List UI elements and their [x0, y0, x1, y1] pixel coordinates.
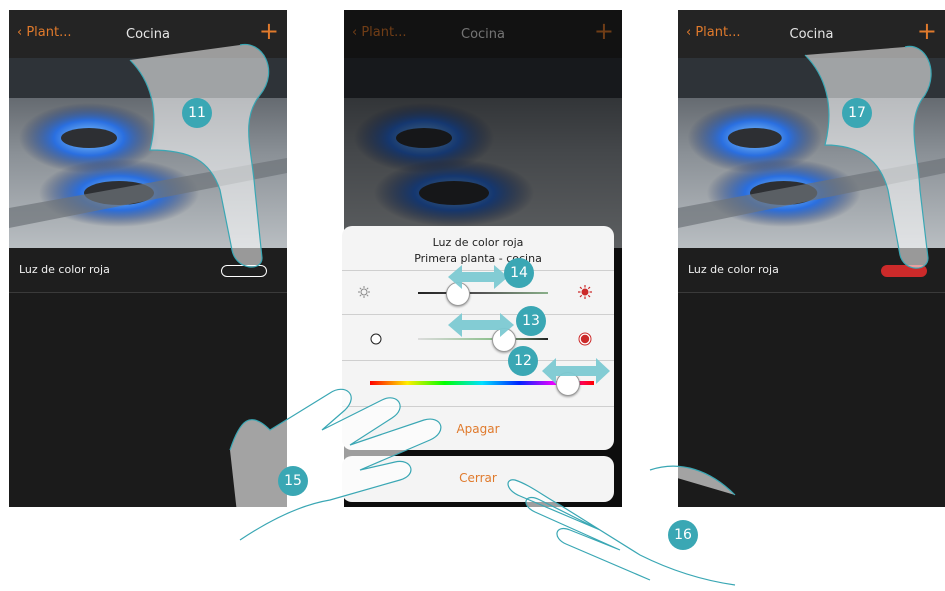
step-badge-15: 15	[278, 466, 308, 496]
page-title: Cocina	[126, 27, 170, 42]
light-row[interactable]: Luz de color roja	[678, 248, 945, 293]
double-arrow-icon	[542, 358, 610, 384]
step-badge-12: 12	[508, 346, 538, 376]
step-badge-14: 14	[504, 258, 534, 288]
step-badge-13: 13	[516, 306, 546, 336]
red-circle-icon	[578, 332, 592, 346]
light-toggle-on[interactable]	[881, 265, 927, 277]
light-name: Luz de color roja	[688, 263, 779, 276]
kitchen-stove-image	[9, 58, 287, 248]
nav-bar: ‹ Plant... Cocina +	[678, 10, 945, 58]
divider	[342, 406, 614, 407]
double-arrow-icon	[448, 265, 508, 289]
saturation-track	[418, 338, 548, 340]
turn-off-button[interactable]: Apagar	[342, 422, 614, 436]
white-circle-icon	[370, 333, 382, 345]
light-toggle-off[interactable]	[221, 265, 267, 277]
page-title: Cocina	[789, 27, 834, 42]
right-phone-screen: ‹ Plant... Cocina + Luz de color roja	[678, 10, 945, 507]
dim-bulb-icon	[358, 286, 370, 298]
light-control-popup: Luz de color roja Primera planta - cocin…	[342, 226, 614, 450]
add-button[interactable]: +	[259, 19, 279, 43]
bright-bulb-icon	[578, 285, 592, 299]
add-button[interactable]: +	[917, 19, 937, 43]
double-arrow-icon	[448, 313, 514, 337]
close-popup-button[interactable]: Cerrar	[342, 456, 614, 502]
nav-bar: ‹ Plant... Cocina +	[9, 10, 287, 58]
popup-subtitle: Primera planta - cocina	[414, 252, 542, 265]
kitchen-stove-image	[678, 58, 945, 248]
light-name: Luz de color roja	[19, 263, 110, 276]
light-row[interactable]: Luz de color roja	[9, 248, 287, 293]
step-badge-17: 17	[842, 98, 872, 128]
step-badge-11: 11	[182, 98, 212, 128]
close-label: Cerrar	[459, 471, 497, 485]
left-phone-screen: ‹ Plant... Cocina + Luz de color roja	[9, 10, 287, 507]
step-badge-16: 16	[668, 520, 698, 550]
brightness-track	[418, 292, 548, 294]
popup-title: Luz de color roja	[432, 236, 524, 249]
